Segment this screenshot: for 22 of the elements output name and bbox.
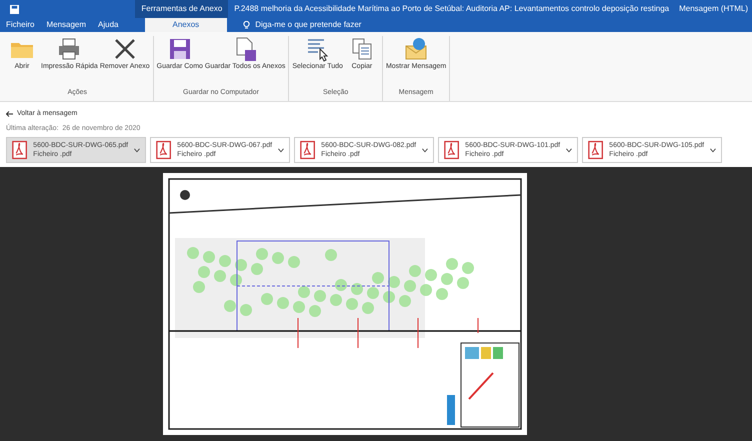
pdf-file-icon xyxy=(588,139,604,161)
tell-me-search[interactable]: Diga-me o que pretende fazer xyxy=(227,18,362,32)
envelope-icon xyxy=(403,36,430,62)
contextual-tab-title: Ferramentas de Anexo xyxy=(135,0,228,18)
pdf-file-icon xyxy=(444,139,460,161)
pdf-file-icon xyxy=(300,139,316,161)
chevron-down-icon xyxy=(710,148,716,152)
ribbon-tab[interactable]: Ficheiro xyxy=(0,18,40,32)
chevron-down-icon xyxy=(134,148,140,152)
chevron-down-icon xyxy=(278,148,284,152)
pdf-file-icon xyxy=(156,139,172,161)
lightbulb-icon xyxy=(243,20,250,30)
back-arrow-icon xyxy=(6,111,13,118)
window-subtitle: Mensagem (HTML) xyxy=(678,3,749,15)
ribbon-tab[interactable]: Mensagem xyxy=(40,18,92,32)
ribbon-tab[interactable]: Ajuda xyxy=(92,18,124,32)
chevron-down-icon xyxy=(422,148,428,152)
save-icon[interactable] xyxy=(10,4,19,14)
chevron-down-icon xyxy=(566,148,572,152)
pdf-file-icon xyxy=(12,139,28,161)
window-title: P.2488 melhoria da Acessibilidade Marítima ao Porto de Setúbal: Auditoria AP: Levantamentos controlo deposição restinga xyxy=(233,3,670,15)
ribbon-tab[interactable]: Anexos xyxy=(144,18,228,32)
